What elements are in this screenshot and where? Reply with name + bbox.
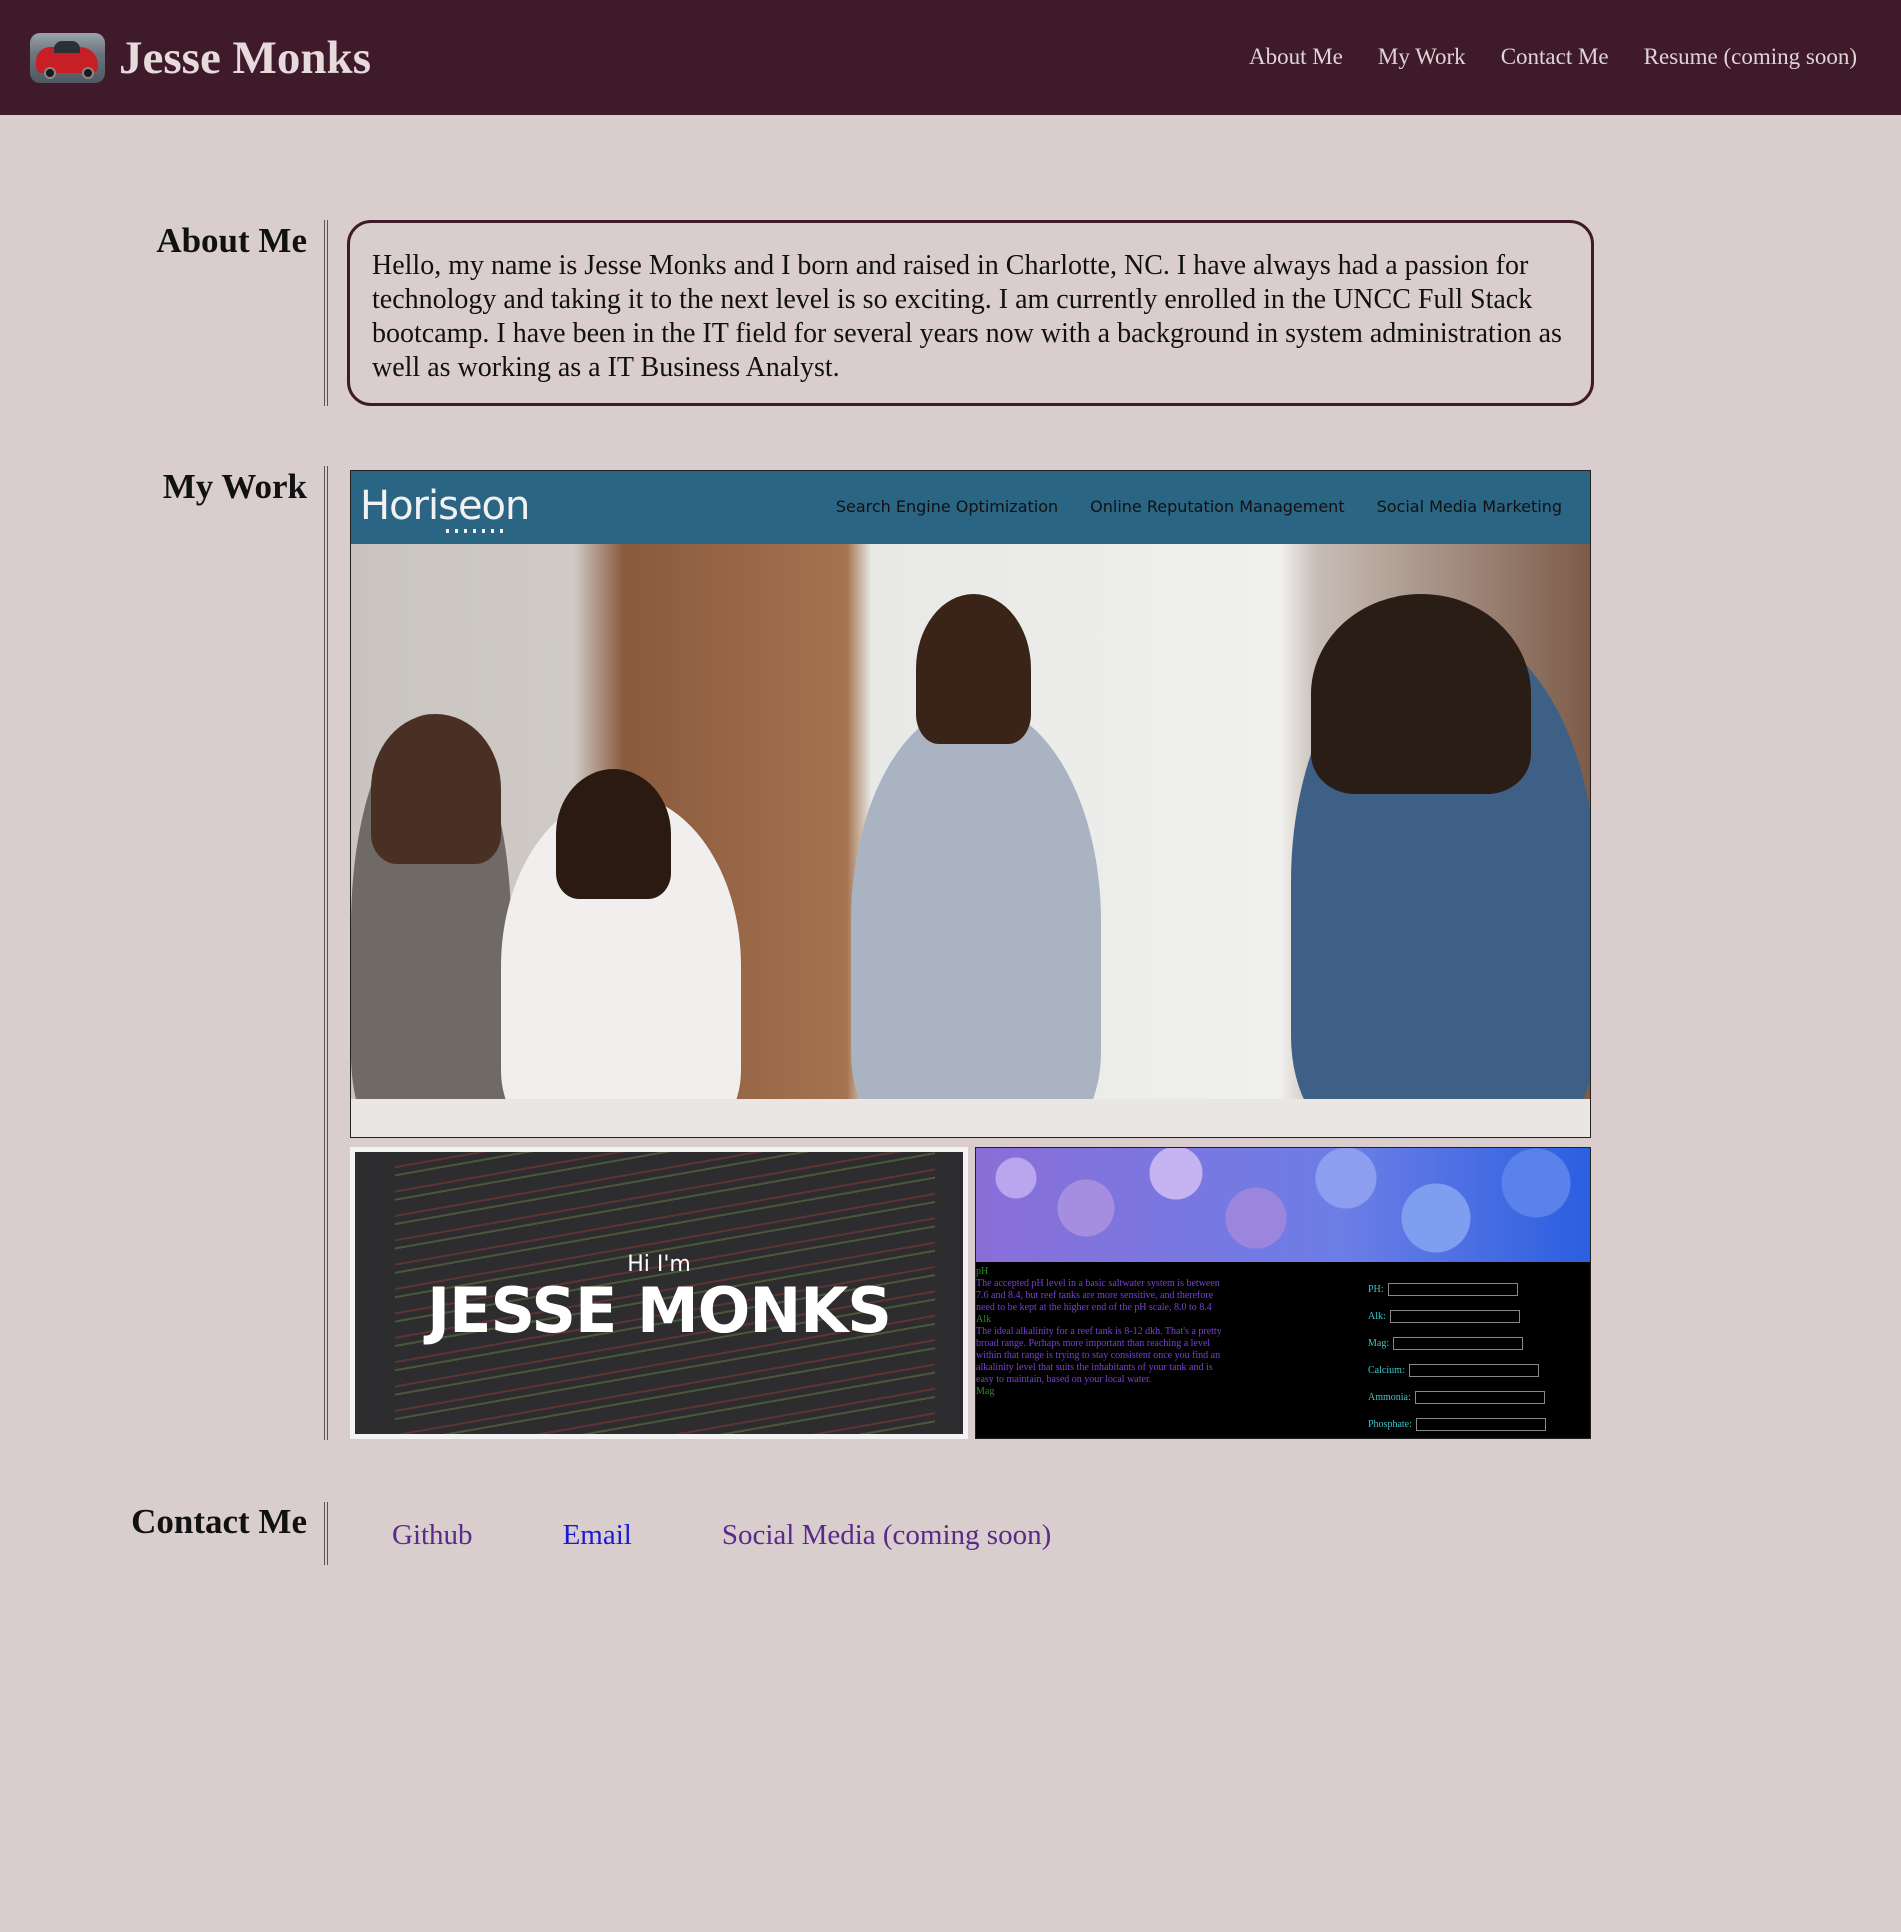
aq-calcium-input [1408,1364,1539,1377]
horiseon-nav-item: Social Media Marketing [1376,497,1562,516]
nav-resume[interactable]: Resume (coming soon) [1644,40,1857,74]
about-text-box: Hello, my name is Jesse Monks and I born… [347,220,1594,406]
aq-field-label: Phosphate: [1368,1419,1412,1430]
horiseon-nav: Search Engine Optimization Online Reputa… [836,497,1562,516]
main-nav: About Me My Work Contact Me Resume (comi… [1249,40,1857,74]
aq-field-label: Ammonia: [1368,1392,1411,1403]
horiseon-header: Horiseon Search Engine Optimization Onli… [351,471,1590,544]
aq-alk-input [1389,1310,1520,1323]
horiseon-nav-item: Search Engine Optimization [835,497,1059,516]
horiseon-nav-item: Online Reputation Management [1090,497,1345,516]
contact-heading: Contact Me [131,1502,307,1541]
portfolio-project-screenshot[interactable]: Hi I'm JESSE MONKS [350,1147,968,1439]
aquarium-form: PH: Alk: Mag: Calcium: Ammonia: Phosphat… [1368,1276,1578,1438]
about-divider [324,220,328,406]
aquarium-info-text: pH The accepted pH level in a basic salt… [976,1266,1226,1398]
aq-field-label: Alk: [1368,1311,1386,1322]
work-divider [324,466,328,1440]
aq-mag-input [1393,1337,1524,1350]
contact-divider [324,1502,328,1565]
nav-contact-me[interactable]: Contact Me [1501,40,1609,74]
aq-ph-text: The accepted pH level in a basic saltwat… [976,1278,1220,1313]
team-meeting-photo [351,544,1590,1137]
nav-my-work[interactable]: My Work [1378,40,1466,74]
about-heading: About Me [156,221,307,260]
aq-alk-heading: Alk [976,1314,991,1325]
site-header: Jesse Monks About Me My Work Contact Me … [0,0,1901,115]
social-media-link[interactable]: Social Media (coming soon) [722,1518,1051,1552]
aquarium-project-screenshot[interactable]: pH The accepted pH level in a basic salt… [975,1147,1591,1439]
aq-field-label: Mag: [1368,1338,1390,1349]
horiseon-project-screenshot[interactable]: Horiseon Search Engine Optimization Onli… [350,470,1591,1138]
aq-field-label: Calcium: [1368,1365,1405,1376]
contact-links: Github Email Social Media (coming soon) [392,1518,1051,1552]
horiseon-logo-dots [446,529,506,533]
aq-phosphate-input [1415,1418,1546,1431]
portfolio-name: JESSE MONKS [427,1274,892,1347]
about-text: Hello, my name is Jesse Monks and I born… [372,250,1562,383]
aq-ph-input [1387,1283,1518,1296]
coral-banner-image [976,1148,1590,1262]
aq-mag-heading: Mag [976,1386,995,1397]
aq-alk-text: The ideal alkalinity for a reef tank is … [976,1326,1222,1385]
aq-ph-heading: pH [976,1266,989,1277]
work-heading: My Work [162,467,307,506]
email-link[interactable]: Email [563,1518,632,1552]
aq-ammonia-input [1414,1391,1545,1404]
site-title: Jesse Monks [119,32,371,84]
horiseon-logo: Horiseon [360,483,530,529]
car-logo-image [30,33,105,83]
github-link[interactable]: Github [392,1518,473,1552]
nav-about-me[interactable]: About Me [1249,40,1343,74]
aq-field-label: PH: [1368,1284,1384,1295]
